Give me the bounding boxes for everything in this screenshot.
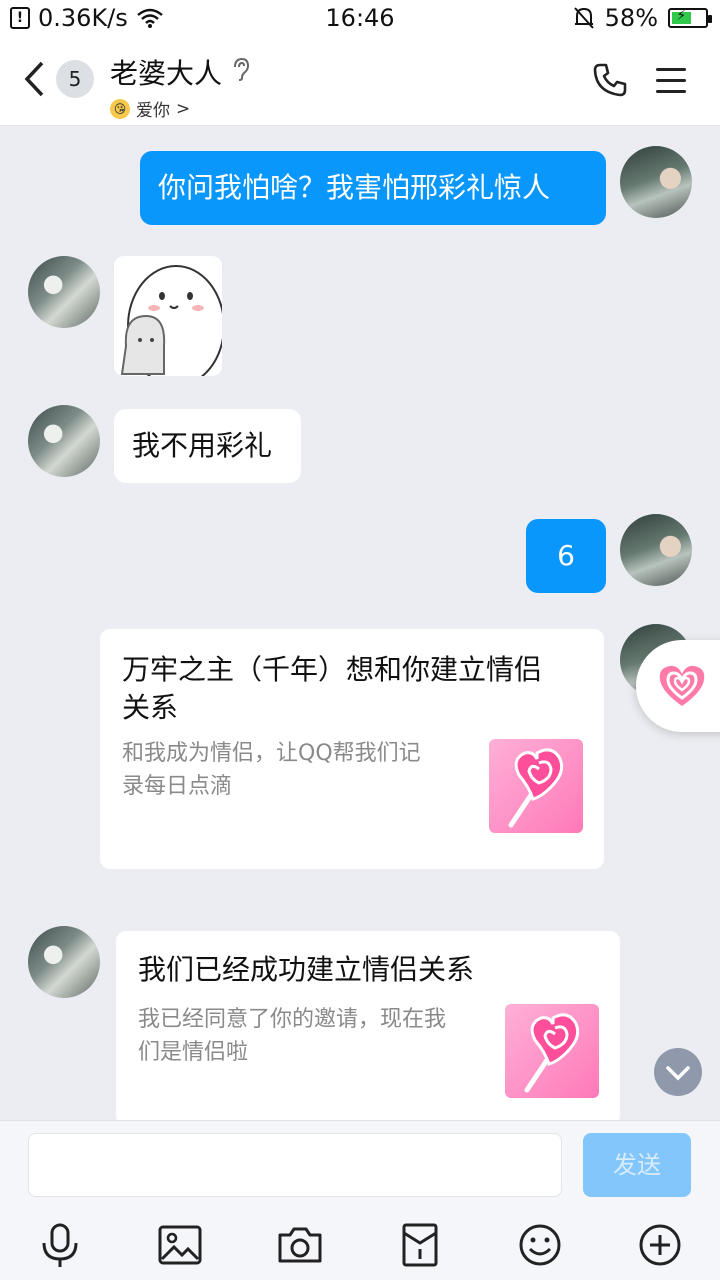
- red-packet-button[interactable]: [396, 1221, 444, 1269]
- scroll-to-bottom-button[interactable]: [654, 1048, 702, 1096]
- red-packet-icon: [402, 1223, 438, 1267]
- contact-avatar[interactable]: [28, 926, 100, 998]
- my-avatar[interactable]: [620, 146, 692, 218]
- card-description: 录每日点滴: [122, 774, 233, 799]
- contact-signature: 爱你: [136, 101, 170, 121]
- battery-percent: 58%: [604, 4, 658, 32]
- plus-icon: [639, 1224, 681, 1266]
- unread-count-badge[interactable]: 5: [56, 60, 94, 98]
- emoji-button[interactable]: [516, 1221, 564, 1269]
- lollipop-icon: [489, 739, 583, 833]
- card-description: 和我成为情侣，让QQ帮我们记: [122, 741, 421, 766]
- chat-header: 5 老婆大人 😘 爱你 >: [0, 38, 720, 126]
- contact-name: 老婆大人: [110, 57, 223, 90]
- emoji-icon: [519, 1224, 561, 1266]
- camera-button[interactable]: [276, 1221, 324, 1269]
- contact-avatar[interactable]: [28, 405, 100, 477]
- heart-icon: [659, 665, 705, 706]
- camera-icon: [278, 1227, 322, 1263]
- message-text: 你问我怕啥？我害怕邢彩礼惊人: [158, 171, 551, 204]
- more-menu-button[interactable]: [656, 68, 686, 101]
- message-bubble-outgoing[interactable]: 你问我怕啥？我害怕邢彩礼惊人: [140, 151, 606, 225]
- call-button[interactable]: [592, 62, 628, 102]
- card-description: 们是情侣啦: [138, 1040, 249, 1065]
- couple-invite-card[interactable]: 万牢之主（千年）想和你建立情侣 关系 和我成为情侣，让QQ帮我们记 录每日点滴: [100, 629, 604, 869]
- input-bar: 发送: [0, 1120, 720, 1280]
- card-description: 我已经同意了你的邀请，现在我: [138, 1007, 447, 1032]
- battery-icon: ⚡: [668, 8, 712, 28]
- voice-button[interactable]: [36, 1221, 84, 1269]
- more-actions-button[interactable]: [636, 1221, 684, 1269]
- card-title: 关系: [122, 691, 179, 724]
- status-bar: ! 0.36K/s 16:46 58% ⚡: [0, 0, 720, 38]
- send-button[interactable]: 发送: [583, 1133, 691, 1197]
- message-bubble-incoming[interactable]: 我不用彩礼: [114, 409, 301, 483]
- card-title: 我们已经成功建立情侣关系: [138, 953, 475, 986]
- signature-chevron: >: [176, 98, 191, 119]
- contact-info[interactable]: 老婆大人 😘 爱你 >: [110, 52, 250, 121]
- card-title: 万牢之主（千年）想和你建立情侣: [122, 653, 543, 686]
- microphone-icon: [42, 1223, 78, 1267]
- image-icon: [158, 1225, 202, 1265]
- bell-muted-icon: [573, 7, 594, 29]
- my-avatar[interactable]: [620, 514, 692, 586]
- chevron-down-icon: [666, 1066, 690, 1081]
- message-text: 我不用彩礼: [132, 429, 273, 462]
- ear-icon: [232, 57, 250, 87]
- photo-button[interactable]: [156, 1221, 204, 1269]
- kiss-emoji-icon: 😘: [110, 98, 130, 119]
- sticker-image[interactable]: [114, 256, 222, 376]
- chevron-left-icon: [24, 61, 44, 97]
- lollipop-icon: [505, 1004, 599, 1098]
- message-bubble-outgoing[interactable]: 6: [526, 519, 606, 593]
- couple-heart-button[interactable]: [636, 640, 720, 732]
- phone-icon: [593, 63, 627, 97]
- couple-confirm-card[interactable]: 我们已经成功建立情侣关系 我已经同意了你的邀请，现在我 们是情侣啦: [116, 931, 620, 1125]
- message-text: 6: [557, 539, 575, 572]
- message-input[interactable]: [28, 1133, 562, 1197]
- back-button[interactable]: [22, 60, 46, 105]
- contact-avatar[interactable]: [28, 256, 100, 328]
